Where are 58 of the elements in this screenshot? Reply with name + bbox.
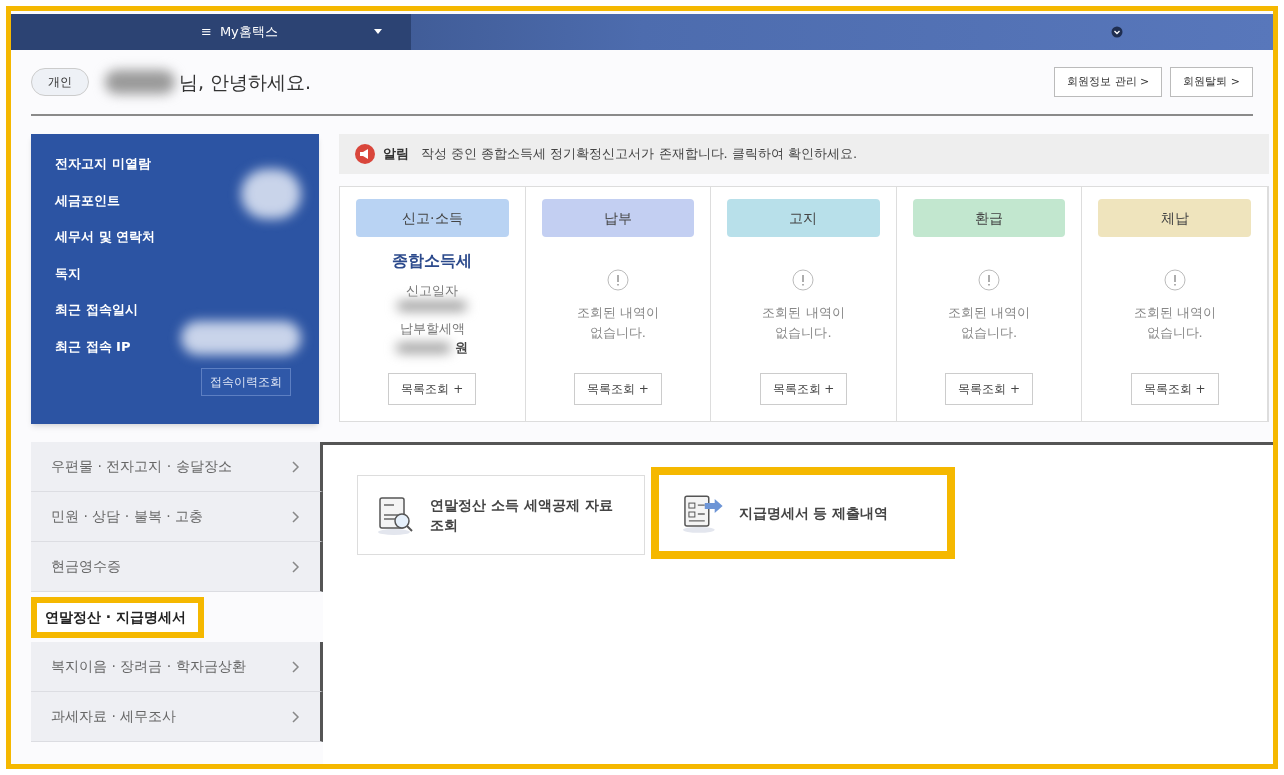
shortcut-card[interactable]: 지급명세서 등 제출내역	[651, 467, 955, 559]
info-icon	[792, 269, 815, 291]
account-button[interactable]: 회원탈퇴 >	[1170, 66, 1253, 98]
profile-item: 세금포인트	[55, 191, 121, 210]
sidebar-item[interactable]: 연말정산 · 지급명세서	[31, 596, 205, 638]
profile-item: 최근 접속일시	[55, 301, 139, 319]
list-view-button[interactable]: 목록조회 +	[1130, 373, 1219, 405]
caret-icon	[373, 29, 382, 35]
sidebar-item[interactable]: 복지이음 · 장려금 · 학자금상환	[31, 642, 323, 692]
category-label: 납부	[541, 199, 695, 237]
empty-message: 조회된 내역이 없습니다.	[575, 304, 660, 342]
profile-item: 전자고지 미열람	[55, 155, 152, 173]
category-label: 환급	[912, 199, 1066, 237]
user-type-badge: 개인	[31, 68, 89, 96]
profile-item: 세무서 및 연락처	[55, 228, 156, 246]
list-view-button[interactable]: 목록조회 +	[573, 373, 662, 405]
redaction-blur	[241, 169, 301, 219]
amount-label: 납부할세액	[399, 319, 465, 338]
profile-item: 독지	[55, 264, 82, 283]
account-button[interactable]: 회원정보 관리 >	[1054, 66, 1163, 98]
list-view-button[interactable]: 목록조회 +	[945, 373, 1033, 405]
info-icon	[978, 269, 1001, 291]
category-label: 신고·소득	[356, 199, 509, 237]
category-label: 체납	[1098, 199, 1251, 237]
category-label: 고지	[727, 199, 880, 237]
menu-glyph: ≡	[201, 23, 212, 42]
chevron-right-icon	[292, 560, 300, 573]
sidebar-item[interactable]: 우편물 · 전자고지 · 송달장소	[31, 442, 323, 492]
alert-text: 작성 중인 종합소득세 정기확정신고서가 존재합니다. 클릭하여 확인하세요.	[421, 145, 858, 164]
amount-unit: 원	[455, 339, 469, 357]
list-view-button[interactable]: 목록조회 +	[759, 373, 848, 405]
chevron-right-icon	[292, 510, 300, 523]
empty-message: 조회된 내역이 없습니다.	[1132, 304, 1217, 342]
chevron-right-icon	[292, 460, 300, 473]
chevron-right-icon	[292, 660, 300, 673]
top-bar-title: My홈택스	[219, 23, 278, 42]
sidebar-item[interactable]: 현금영수증	[31, 542, 323, 592]
tax-name: 종합소득세	[392, 250, 473, 272]
profile-item: 최근 접속 IP	[55, 337, 132, 356]
access-history-button[interactable]: 접속이력조회	[201, 368, 291, 396]
empty-message: 조회된 내역이 없습니다.	[947, 304, 1032, 342]
date-label: 신고일자	[406, 282, 459, 300]
alert-bar[interactable]: 알림 작성 중인 종합소득세 정기확정신고서가 존재합니다. 클릭하여 확인하세요.	[339, 134, 1269, 174]
info-icon	[606, 269, 629, 291]
redaction-blur	[397, 300, 468, 311]
redaction-blur	[105, 70, 175, 94]
shortcut-card[interactable]: 연말정산 소득 세액공제 자료 조회	[357, 475, 645, 555]
greeting-text: 님, 안녕하세요.	[179, 69, 312, 95]
megaphone-icon	[355, 144, 375, 164]
list-view-button[interactable]: 목록조회 +	[388, 373, 477, 405]
sidebar-item[interactable]: 과세자료 · 세무조사	[31, 692, 323, 742]
chevron-right-icon	[292, 710, 300, 723]
chevron-circle-icon[interactable]	[1111, 26, 1123, 38]
redaction-blur	[396, 342, 452, 353]
sidebar-item[interactable]: 민원 · 상담 · 불복 · 고충	[31, 492, 323, 542]
info-icon	[1163, 269, 1186, 291]
alert-label: 알림	[383, 145, 409, 164]
empty-message: 조회된 내역이 없습니다.	[761, 304, 846, 342]
